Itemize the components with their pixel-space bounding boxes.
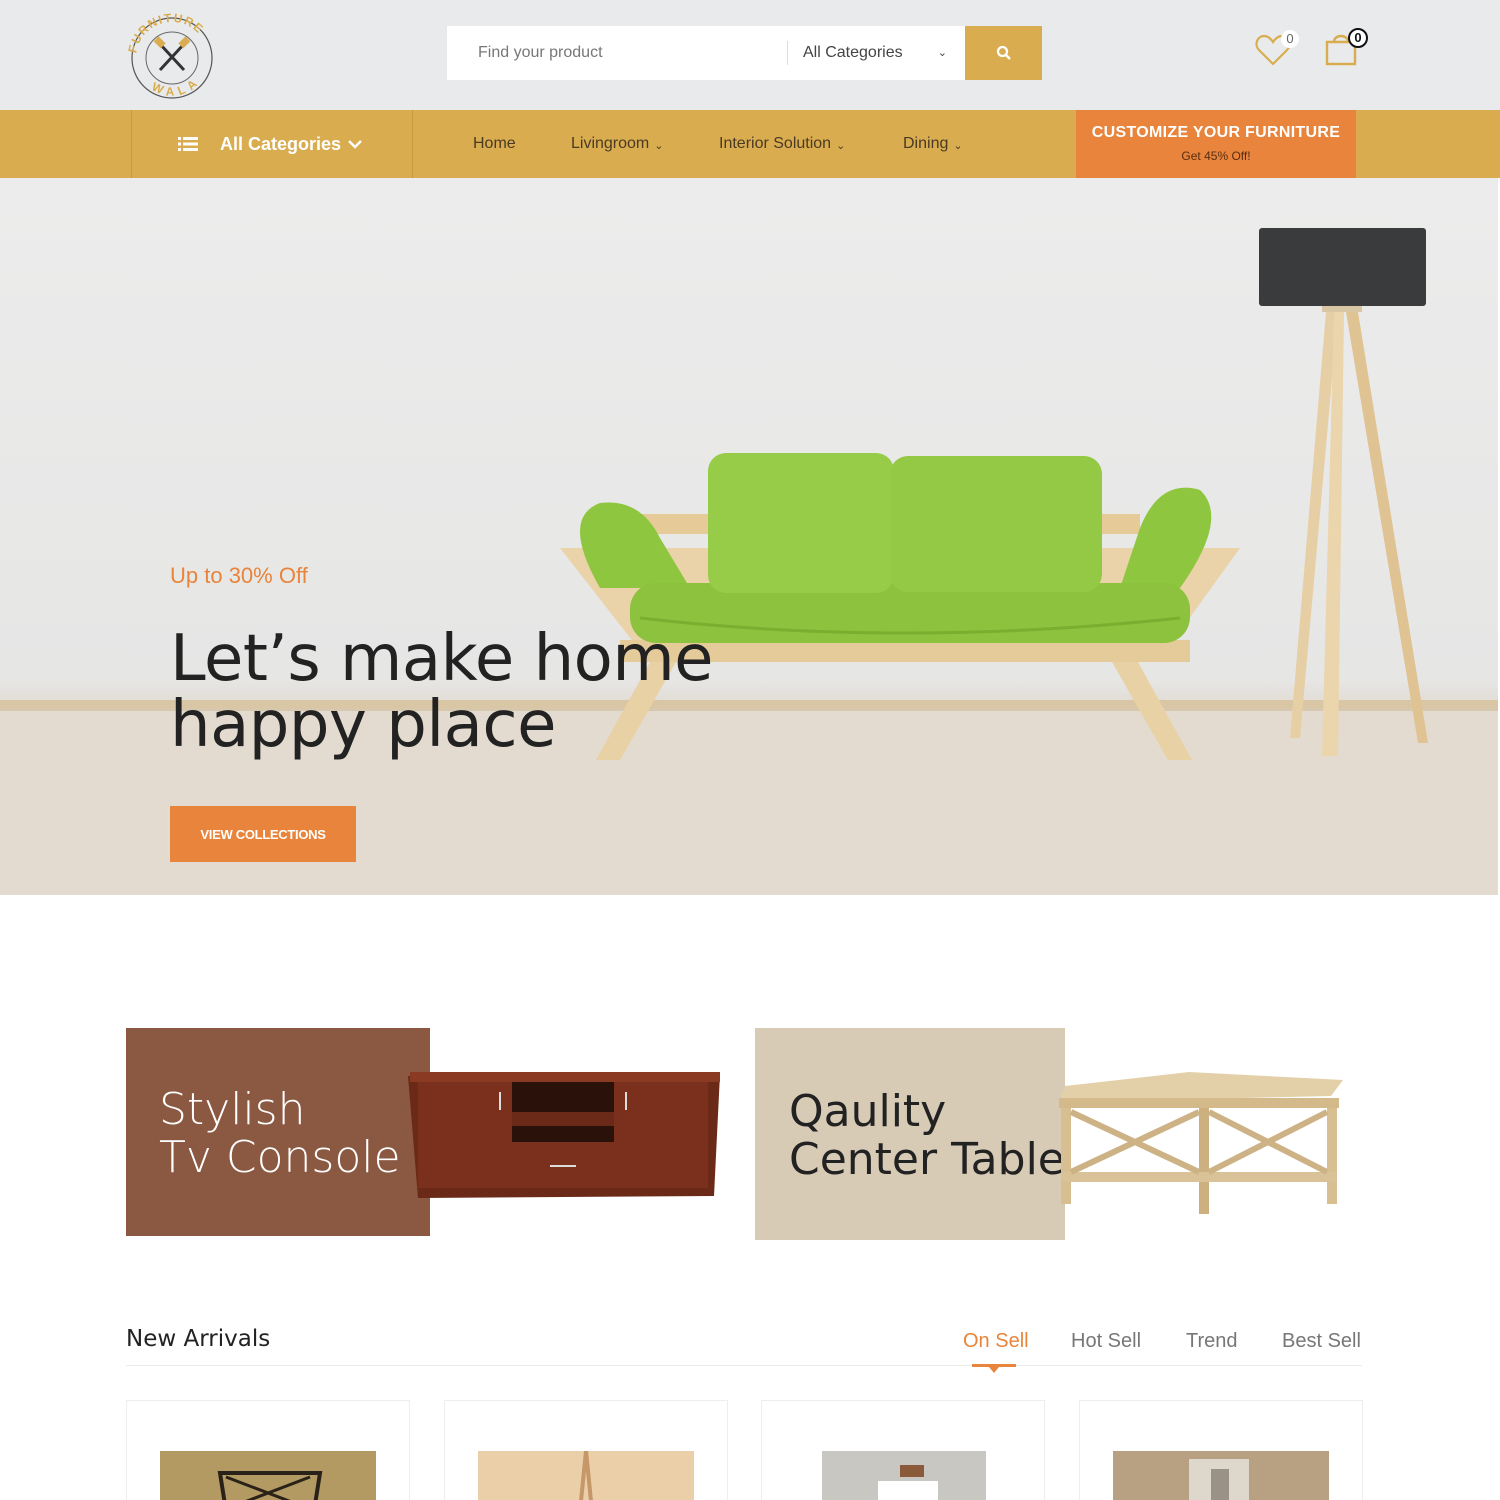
search-button[interactable] — [965, 26, 1042, 80]
promo-subtitle: Get 45% Off! — [1181, 149, 1251, 163]
section-title: New Arrivals — [126, 1326, 271, 1352]
chevron-down-icon: ⌄ — [953, 140, 963, 152]
nav-link-dining[interactable]: Dining ⌄ — [903, 110, 963, 178]
all-categories-label: All Categories — [220, 133, 342, 154]
list-icon — [178, 137, 198, 151]
nav-link-interior-solution[interactable]: Interior Solution ⌄ — [719, 110, 845, 178]
hero-sofa-image — [0, 228, 1498, 895]
logo-ring-bottom: WALA — [150, 73, 199, 98]
hero-title-line-1: Let’s make home — [170, 622, 714, 696]
center-table-banner[interactable]: Qaulity Center Table — [755, 1028, 1355, 1240]
chevron-down-icon: ⌄ — [654, 140, 664, 152]
banner-line-1: Qaulity — [789, 1086, 947, 1137]
view-collections-button[interactable]: VIEW COLLECTIONS — [170, 806, 356, 862]
nav-link-label: Interior Solution — [719, 135, 832, 152]
nav-link-label: Dining — [903, 135, 949, 152]
tv-console-image — [408, 1072, 720, 1198]
nav-link-livingroom[interactable]: Livingroom ⌄ — [571, 110, 663, 178]
hero-tagline: Up to 30% Off — [170, 563, 308, 588]
product-card[interactable] — [444, 1400, 728, 1500]
tab-hot-sell[interactable]: Hot Sell — [1071, 1330, 1141, 1353]
customize-promo-button[interactable]: CUSTOMIZE YOUR FURNITURE Get 45% Off! — [1076, 110, 1356, 178]
search-input[interactable] — [447, 26, 787, 80]
top-header: FURNITURE WALA All Categories ⌄ — [0, 0, 1500, 110]
center-table-image — [1059, 1072, 1343, 1214]
cart-button[interactable]: 0 — [1320, 28, 1368, 74]
hero-banner: Up to 30% Off Let’s make home happy plac… — [0, 178, 1498, 895]
center-table-text: Qaulity Center Table — [789, 1088, 1065, 1184]
chevron-down-icon: ⌄ — [836, 140, 846, 152]
tab-trend[interactable]: Trend — [1186, 1330, 1238, 1353]
tv-console-banner[interactable]: Stylish Tv Console — [126, 1028, 726, 1236]
product-image — [1113, 1451, 1329, 1500]
main-nav: All Categories Home Livingroom ⌄ Interio… — [0, 110, 1500, 178]
tab-on-sell[interactable]: On Sell — [963, 1330, 1029, 1353]
wishlist-button[interactable]: 0 — [1253, 28, 1299, 74]
search-bar: All Categories ⌄ — [447, 26, 1042, 80]
svg-text:WALA: WALA — [150, 73, 204, 98]
all-categories-menu[interactable]: All Categories — [131, 110, 413, 178]
caret-down-icon — [989, 1367, 999, 1373]
category-select[interactable]: All Categories ⌄ — [788, 26, 965, 80]
promo-title: CUSTOMIZE YOUR FURNITURE — [1091, 124, 1341, 141]
category-select-value: All Categories — [803, 44, 903, 61]
chevron-down-icon — [348, 140, 362, 149]
hero-title: Let’s make home happy place — [170, 626, 770, 758]
product-card[interactable] — [1079, 1400, 1363, 1500]
new-arrivals-header: New Arrivals On Sell Hot Sell Trend Best… — [126, 1320, 1362, 1373]
chevron-down-icon: ⌄ — [937, 47, 947, 59]
logo-emblem-icon: FURNITURE WALA — [125, 11, 213, 99]
tab-best-sell[interactable]: Best Sell — [1282, 1330, 1361, 1353]
banner-line-2: Center Table — [789, 1134, 1065, 1185]
product-card[interactable] — [126, 1400, 410, 1500]
banner-line-1: Stylish — [159, 1084, 306, 1135]
product-image — [478, 1451, 694, 1500]
brand-logo[interactable]: FURNITURE WALA — [122, 6, 222, 104]
nav-link-label: Home — [473, 135, 516, 152]
cart-count-badge: 0 — [1348, 28, 1368, 48]
product-card[interactable] — [761, 1400, 1045, 1500]
product-image — [160, 1451, 376, 1500]
nav-link-label: Livingroom — [571, 135, 650, 152]
banner-line-2: Tv Console — [159, 1132, 401, 1183]
nav-link-home[interactable]: Home — [473, 110, 516, 178]
hero-title-line-2: happy place — [170, 688, 556, 762]
product-image — [822, 1451, 986, 1500]
tv-console-text: Stylish Tv Console — [159, 1086, 401, 1182]
search-icon — [996, 45, 1011, 60]
wishlist-count-badge: 0 — [1281, 30, 1299, 48]
